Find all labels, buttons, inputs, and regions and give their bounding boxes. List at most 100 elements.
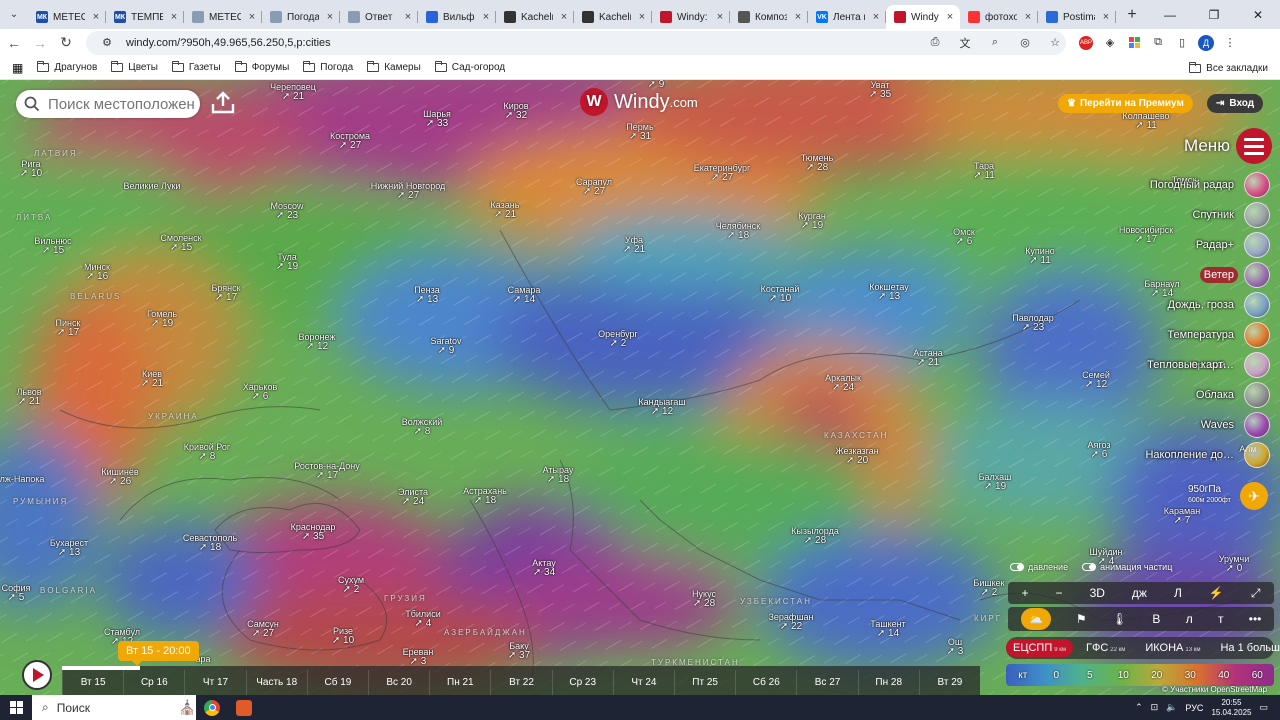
timeline-day[interactable]: Вс 20 [368, 670, 429, 695]
city-label[interactable]: Астрахань ➚ 18 [463, 486, 507, 506]
install-icon[interactable]: ⎙ [924, 36, 946, 49]
network-icon[interactable]: ⊡ [1151, 702, 1159, 713]
extension-icon[interactable]: ◈ [1098, 31, 1122, 55]
model-option[interactable]: ЕЦСПП 9 км [1006, 639, 1073, 657]
play-button[interactable] [22, 660, 52, 690]
city-label[interactable]: Moscow ➚ 23 [270, 201, 303, 221]
city-label[interactable]: Ростов-на-Дону ➚ 17 [294, 461, 360, 481]
layer-item[interactable]: Облака [1192, 382, 1270, 408]
city-label[interactable]: Павлодар ➚ 23 [1012, 313, 1053, 333]
city-label[interactable]: Saratov ➚ 9 [430, 336, 461, 356]
bookmark-folder[interactable]: Форумы [234, 61, 289, 73]
timeline-day[interactable]: Чт 17 [184, 670, 245, 695]
city-label[interactable]: Екатеринбург ➚ 27 [694, 163, 751, 183]
city-label[interactable]: Минск ➚ 16 [84, 262, 110, 282]
city-label[interactable]: Самара ➚ 14 [508, 285, 541, 305]
chrome-taskbar-icon[interactable] [196, 695, 228, 720]
city-label[interactable]: Харьков ➚ 6 [243, 382, 278, 402]
tab-close-icon[interactable]: × [636, 11, 648, 23]
volume-icon[interactable]: 🔈 [1166, 702, 1177, 713]
layer-item[interactable]: Погодный радар [1146, 172, 1270, 198]
city-label[interactable]: Брянск ➚ 17 [211, 283, 240, 303]
tab-close-icon[interactable]: × [402, 11, 414, 23]
layer-item[interactable]: Тепловые карт… [1143, 352, 1270, 378]
overlay-control-button[interactable]: ⛅ [1020, 608, 1051, 630]
city-label[interactable]: Уфа ➚ 21 [623, 235, 645, 255]
city-label[interactable]: Пермь ➚ 31 [626, 122, 653, 142]
tab-close-icon[interactable]: × [246, 11, 258, 23]
timeline-day[interactable]: Вт 15 [62, 670, 123, 695]
city-label[interactable]: Семей ➚ 12 [1082, 370, 1110, 390]
city-label[interactable]: Пинск ➚ 17 [56, 318, 81, 338]
restore-icon[interactable]: ❐ [1192, 0, 1236, 29]
minimize-icon[interactable]: — [1148, 0, 1192, 29]
city-label[interactable]: Львов ➚ 21 [16, 387, 41, 407]
city-label[interactable]: Курган ➚ 19 [798, 211, 826, 231]
layer-item[interactable]: Спутник [1189, 202, 1270, 228]
browser-tab[interactable]: VK Лента н × [808, 5, 886, 29]
search-input[interactable] [46, 94, 196, 114]
omnibox[interactable]: ⚙ windy.com/?950h,49.965,56.250,5,p:citi… [86, 30, 1066, 55]
city-label[interactable]: Нижний Новгород ➚ 27 [371, 181, 446, 201]
city-label[interactable]: Пенза ➚ 13 [414, 285, 440, 305]
zoom-icon[interactable]: ⌕ [984, 36, 1006, 49]
bookmark-folder[interactable]: Погода [303, 61, 353, 73]
new-tab-button[interactable]: + [1120, 3, 1144, 27]
city-label[interactable]: Баку ➚ 37 [508, 641, 530, 661]
browser-tab[interactable]: Вильфан × [418, 5, 496, 29]
pressure-toggle[interactable]: давление [1010, 562, 1068, 572]
scale-unit[interactable]: кт [1006, 664, 1040, 686]
forward-icon[interactable]: → [28, 31, 52, 55]
tab-close-icon[interactable]: × [1022, 11, 1034, 23]
city-label[interactable]: Кокшетау ➚ 13 [869, 282, 909, 302]
city-label[interactable]: Челябинск ➚ 18 [716, 221, 760, 241]
app-taskbar-icon[interactable] [228, 695, 260, 720]
tray-arrow-icon[interactable]: ⌃ [1135, 702, 1143, 713]
timeline[interactable]: Вт 15 Ср 16 Чт 17 Часть 18 Сб 19 Вс 20 Пн 21 Вт… [62, 666, 980, 695]
city-label[interactable]: Актау ➚ 34 [532, 558, 555, 578]
all-bookmarks-button[interactable]: Все закладки [1189, 56, 1268, 80]
city-label[interactable]: Сарапул ➚ 27 [576, 177, 612, 197]
model-option[interactable]: ИКОНА 13 км [1138, 639, 1207, 657]
city-label[interactable]: Волжский ➚ 8 [402, 417, 443, 437]
timeline-day[interactable]: Вт 29 [918, 670, 980, 695]
layer-item[interactable]: Ветер [1199, 262, 1270, 288]
city-label[interactable]: Киров ➚ 32 [503, 101, 528, 121]
map-control-button[interactable]: 3D [1090, 586, 1105, 600]
tab-search-chevron-icon[interactable]: ⌄ [0, 0, 28, 29]
bookmark-folder[interactable]: Драгунов [37, 61, 97, 73]
pressure-level[interactable]: 950гПа 600м 2000фт [1188, 484, 1231, 506]
apps-grid-icon[interactable]: ▦ [12, 61, 23, 75]
city-label[interactable]: Купино ➚ 11 [1025, 246, 1055, 266]
city-label[interactable]: Кострома ➚ 27 [330, 131, 370, 151]
timeline-day[interactable]: Ср 16 [123, 670, 184, 695]
layer-item[interactable]: Температура [1163, 322, 1270, 348]
city-label[interactable]: Краснодар ➚ 35 [291, 522, 336, 542]
start-button[interactable] [0, 695, 32, 720]
overlay-control-button[interactable]: ⚑ [1076, 612, 1087, 626]
tab-close-icon[interactable]: × [324, 11, 336, 23]
map-control-button[interactable]: дж [1132, 586, 1147, 600]
city-label[interactable]: Воронеж ➚ 12 [299, 332, 336, 352]
city-label[interactable]: Сухум ➚ 2 [338, 575, 364, 595]
browser-tab[interactable]: МЕТЕОФ × [184, 5, 262, 29]
city-label[interactable]: Ош ➚ 3 [947, 637, 964, 657]
city-label[interactable]: Бишкек ➚ 2 [973, 578, 1004, 598]
city-label[interactable]: Череповец ➚ 21 [270, 82, 316, 102]
site-info-icon[interactable]: ⚙ [96, 36, 118, 49]
city-label[interactable]: Аркалык ➚ 24 [825, 373, 861, 393]
city-label[interactable]: Шарья ➚ 33 [423, 109, 451, 129]
back-icon[interactable]: ← [2, 31, 26, 55]
city-label[interactable]: Бухарест ➚ 13 [50, 538, 88, 558]
city-label[interactable]: Кишинёв ➚ 26 [101, 467, 138, 487]
extensions-puzzle-icon[interactable]: ⧉ [1146, 31, 1170, 55]
clock[interactable]: 20:55 15.04.2025 [1211, 698, 1251, 718]
bookmark-folder[interactable]: Сад-огород [434, 61, 505, 73]
browser-tab[interactable]: Композ × [730, 5, 808, 29]
location-search[interactable] [16, 90, 200, 118]
map-control-button[interactable]: − [1056, 586, 1063, 600]
tab-close-icon[interactable]: × [558, 11, 570, 23]
weather-map[interactable]: ЛАТВИЯ ЛИТВА BELARUS УКРАИНА РУМЫНИЯ BOLGARIA… [0, 80, 1280, 695]
menu-label[interactable]: Меню [1184, 136, 1230, 156]
timeline-day[interactable]: Сб 26 [735, 670, 796, 695]
